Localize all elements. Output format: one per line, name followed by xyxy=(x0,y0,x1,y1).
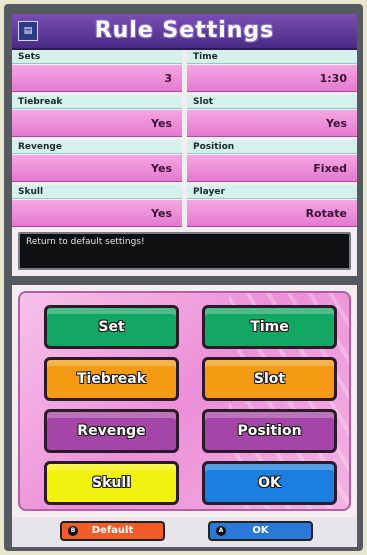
setting-label: Player xyxy=(187,185,357,199)
default-label: Default xyxy=(91,525,134,536)
title-bar: ▤ Rule Settings xyxy=(12,14,357,50)
setting-value: Rotate xyxy=(187,200,357,227)
b-button-icon: B xyxy=(68,526,78,536)
setting-tiebreak: Tiebreak Yes xyxy=(12,95,182,139)
setting-revenge: Revenge Yes xyxy=(12,140,182,184)
ok-pill-button[interactable]: A OK xyxy=(208,521,313,541)
slot-button[interactable]: Slot xyxy=(202,357,337,401)
top-screen: ▤ Rule Settings Sets 3 Time 1:30 Tiebrea… xyxy=(12,14,357,276)
setting-label: Slot xyxy=(187,95,357,109)
setting-label: Skull xyxy=(12,185,182,199)
setting-slot: Slot Yes xyxy=(187,95,357,139)
default-button[interactable]: B Default xyxy=(60,521,165,541)
page-title: Rule Settings xyxy=(94,18,275,43)
revenge-button[interactable]: Revenge xyxy=(44,409,179,453)
set-button[interactable]: Set xyxy=(44,305,179,349)
setting-label: Time xyxy=(187,50,357,64)
setting-time: Time 1:30 xyxy=(187,50,357,94)
setting-value: Yes xyxy=(187,110,357,137)
ok-pill-label: OK xyxy=(252,525,269,536)
setting-label: Position xyxy=(187,140,357,154)
message-box: Return to default settings! xyxy=(18,232,351,270)
setting-label: Sets xyxy=(12,50,182,64)
skull-button[interactable]: Skull xyxy=(44,461,179,505)
setting-position: Position Fixed xyxy=(187,140,357,184)
setting-value: Fixed xyxy=(187,155,357,182)
ok-button[interactable]: OK xyxy=(202,461,337,505)
position-button[interactable]: Position xyxy=(202,409,337,453)
setting-value: 1:30 xyxy=(187,65,357,92)
setting-value: 3 xyxy=(12,65,182,92)
setting-label: Tiebreak xyxy=(12,95,182,109)
setting-value: Yes xyxy=(12,200,182,227)
tiebreak-button[interactable]: Tiebreak xyxy=(44,357,179,401)
setting-skull: Skull Yes xyxy=(12,185,182,229)
setting-player: Player Rotate xyxy=(187,185,357,229)
bottom-screen: Set Time Tiebreak Slot Revenge Position … xyxy=(12,285,357,547)
setting-sets: Sets 3 xyxy=(12,50,182,94)
button-panel: Set Time Tiebreak Slot Revenge Position … xyxy=(18,291,351,511)
a-button-icon: A xyxy=(216,526,226,536)
time-button[interactable]: Time xyxy=(202,305,337,349)
bottom-bar: B Default A OK xyxy=(12,517,357,547)
setting-value: Yes xyxy=(12,155,182,182)
setting-label: Revenge xyxy=(12,140,182,154)
setting-value: Yes xyxy=(12,110,182,137)
